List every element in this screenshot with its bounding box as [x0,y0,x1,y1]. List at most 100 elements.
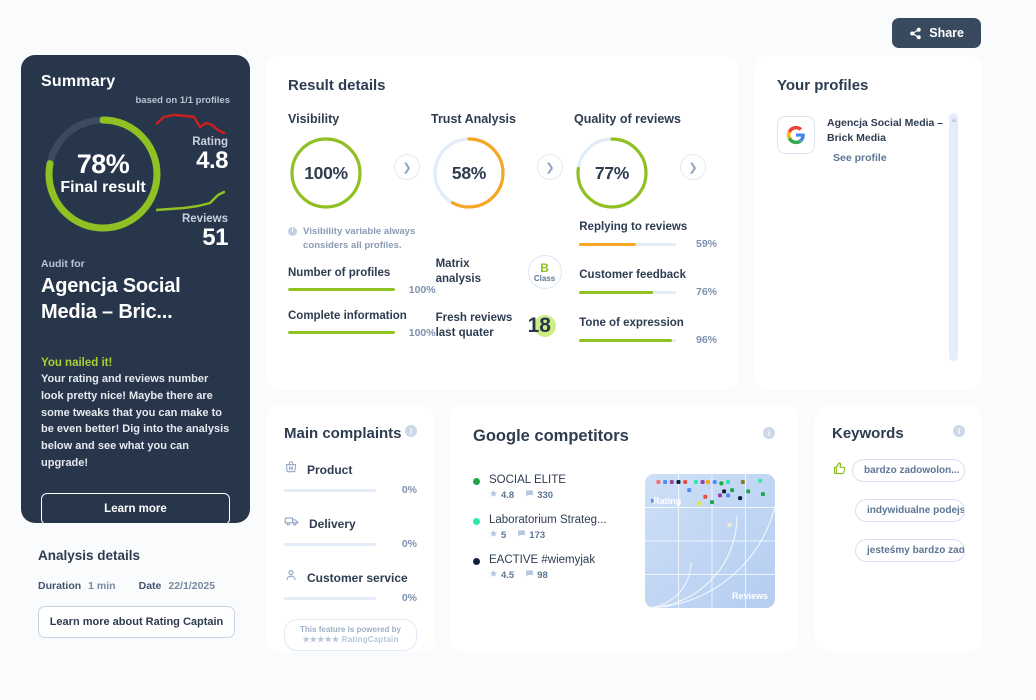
progress-bar [288,288,395,292]
matrix-class-word: Class [533,273,556,283]
person-icon [284,568,298,587]
profiles-scrollbar[interactable] [949,113,958,361]
complaint-head: Customer service [284,568,417,587]
gauge-quality-of-reviews: Quality of reviews 77% ❯ [574,112,717,211]
scatter-point [718,493,723,498]
competitor-rating: 4.5 [489,569,514,581]
share-button[interactable]: Share [892,18,981,48]
nailed-it-body: Your rating and reviews number look pret… [41,373,230,469]
scatter-x-axis-label: Reviews [731,591,768,601]
gauge-ring: 77% [574,135,650,211]
progress-bar [284,596,376,600]
scatter-point [726,493,731,498]
gauge-ring: 58% [431,135,507,211]
progress-bar [579,290,676,294]
google-competitors-title: Google competitors [473,427,629,445]
scatter-point [676,480,681,484]
main-complaints-card: Main complaints i Product 0% Delivery 0%… [266,405,435,652]
scatter-point [700,480,705,484]
reviews-value: 173 [529,529,546,541]
complaint-head: Delivery [284,514,417,533]
keywords-card: Keywords i bardzo zadowolon... indywidua… [815,405,982,652]
result-details-title: Result details [288,77,386,94]
basket-icon [284,460,298,479]
complaint-bar-row: 0% [284,484,417,496]
your-profiles-card: Your profiles Agencja Social Media – Bri… [755,55,982,390]
keyword-chip[interactable]: bardzo zadowolon... [852,459,965,482]
competitor-color-dot [473,518,480,525]
metric-complete-information: Complete information 100% [288,310,436,339]
competitor-reviews: 330 [525,489,553,501]
info-icon[interactable]: i [763,427,775,439]
scatter-point [694,480,699,484]
scatter-point [656,480,661,484]
comment-icon [525,569,534,581]
gauge-percent: 77% [594,162,630,183]
result-metrics-row: i Visibility variable always considers a… [288,221,717,346]
info-icon: i [288,227,297,236]
competitor-name: SOCIAL ELITE [489,474,566,486]
competitor-name: EACTIVE #wiemyjak [489,554,596,566]
metric-label: Replying to reviews [579,221,688,233]
audit-for-label: Audit for [41,258,85,270]
complaint-product: Product 0% [284,460,417,496]
competitors-list: SOCIAL ELITE 4.8 330 Laboratorium Strate… [473,474,623,608]
gauge-percent: 100% [304,162,348,183]
see-profile-link[interactable]: See profile [833,152,960,164]
info-icon[interactable]: i [405,425,417,437]
competitor-rating: 5 [489,529,506,541]
metric-percent: 100% [408,283,436,296]
gauge-details-chevron-right-icon[interactable]: ❯ [394,154,420,180]
gauge-details-chevron-right-icon[interactable]: ❯ [537,154,563,180]
progress-bar [284,542,376,546]
gauge-details-chevron-right-icon[interactable]: ❯ [680,154,706,180]
summary-card: Summary based on 1/1 profiles 78% Final … [21,55,250,525]
final-result-percent: 78% [76,149,130,179]
complaint-bar-row: 0% [284,592,417,604]
star-icon [489,489,498,501]
date-label: Date [138,580,162,592]
keyword-chip[interactable]: jesteśmy bardzo zado... [855,539,965,562]
metric-label: Customer feedback [579,269,686,281]
complaint-bar-row: 0% [284,538,417,550]
keyword-chip[interactable]: indywidualne podejsc... [855,499,965,522]
matrix-class-letter: B [540,260,549,275]
learn-more-button[interactable]: Learn more [41,492,230,525]
gauge-trust-analysis: Trust Analysis 58% ❯ [431,112,574,211]
scatter-point [758,478,763,483]
scatter-point [703,494,708,499]
matrix-class-badge: B Class [527,255,562,289]
google-icon [777,116,815,154]
list-item[interactable]: SOCIAL ELITE 4.8 330 [473,474,623,501]
duration-value: 1 min [88,580,116,592]
fresh-reviews-value-wrap: 18 [528,314,556,338]
duration-label: Duration [38,580,82,592]
complaint-label: Delivery [309,516,356,531]
list-item[interactable]: Laboratorium Strateg... 5 173 [473,514,623,541]
reviews-value: 330 [537,489,554,501]
matrix-analysis-label: Matrix analysis [435,258,481,285]
rating-value: 4.8 [501,489,515,501]
complaint-percent: 0% [401,538,417,550]
scatter-point [687,488,692,493]
final-result-label: Final result [60,179,146,196]
scatter-point [740,480,745,484]
rating-value: 4.8 [196,147,228,174]
learn-more-rating-captain-button[interactable]: Learn more about Rating Captain [38,606,235,638]
gauge-label: Trust Analysis [431,112,516,126]
scatter-point [669,480,674,484]
competitor-stats: 5 173 [489,529,607,541]
card-header: Main complaints i [284,425,417,442]
complaint-label: Customer service [307,570,408,585]
info-icon[interactable]: i [953,425,965,437]
reviews-value: 98 [537,569,548,581]
scatter-point [738,496,743,501]
competitor-rating: 4.8 [489,489,514,501]
analysis-details-title: Analysis details [38,548,141,563]
star-icon [489,529,498,541]
list-item[interactable]: EACTIVE #wiemyjak 4.5 98 [473,554,623,581]
final-result-value: 78% Final result [41,112,165,236]
profile-list-item[interactable]: Agencja Social Media – Brick Media See p… [777,116,960,164]
keyword-row: indywidualne podejsc... [832,499,965,522]
audit-company-name: Agencja Social Media – Bric... [41,275,181,323]
